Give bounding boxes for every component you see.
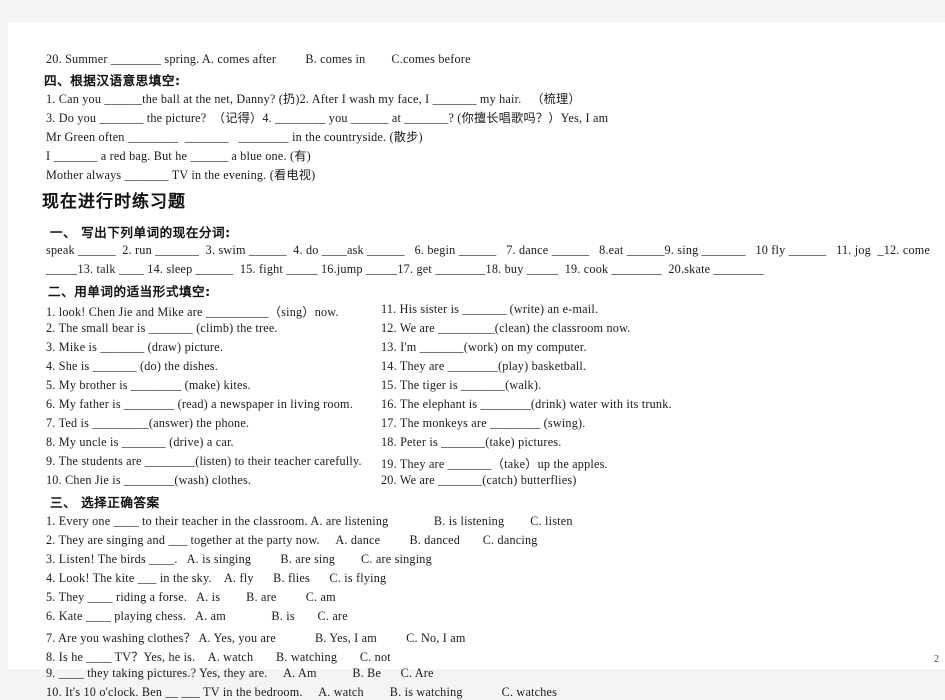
section-four-line-2: 3. Do you _______ the picture? （记得）4. __…: [46, 111, 609, 125]
page-number: 2: [934, 654, 939, 665]
section-two-right-item-20: 20. We are _______(catch) butterflies): [381, 473, 577, 487]
section-three-item-7: 7. Are you washing clothes？ A. Yes, you …: [46, 631, 466, 645]
previous-question-fragment: 20. Summer ________ spring. A. comes aft…: [46, 52, 471, 66]
section-two-right-item-14: 14. They are ________(play) basketball.: [381, 359, 587, 373]
section-two-left-item-6: 6. My father is ________ (read) a newspa…: [46, 397, 353, 411]
section-two-left-item-4: 4. She is _______ (do) the dishes.: [46, 359, 218, 373]
section-three-heading: 三、 选择正确答案: [50, 495, 160, 510]
section-two-left-item-3: 3. Mike is _______ (draw) picture.: [46, 340, 224, 354]
section-one-heading: 一、 写出下列单词的现在分词:: [50, 225, 231, 240]
section-two-right-item-15: 15. The tiger is _______(walk).: [381, 378, 542, 392]
section-three-item-6: 6. Kate ____ playing chess. A. am B. is …: [46, 609, 348, 623]
section-two-left-item-5: 5. My brother is ________ (make) kites.: [46, 378, 251, 392]
section-two-right-item-11: 11. His sister is _______ (write) an e-m…: [381, 302, 599, 316]
section-three-item-9: 9. ____ they taking pictures.? Yes, they…: [46, 666, 434, 680]
section-three-item-1: 1. Every one ____ to their teacher in th…: [46, 514, 573, 528]
section-two-left-item-10: 10. Chen Jie is ________(wash) clothes.: [46, 473, 252, 487]
section-two-right-item-16: 16. The elephant is ________(drink) wate…: [381, 397, 672, 411]
section-two-right-item-13: 13. I'm _______(work) on my computer.: [381, 340, 587, 354]
section-two-left-item-8: 8. My uncle is _______ (drive) a car.: [46, 435, 234, 449]
section-one-line-1: speak ______ 2. run _______ 3. swim ____…: [46, 243, 931, 257]
section-two-left-item-7: 7. Ted is _________(answer) the phone.: [46, 416, 250, 430]
section-four-line-4: I _______ a red bag. But he ______ a blu…: [46, 149, 311, 163]
section-three-item-3: 3. Listen! The birds ____. A. is singing…: [46, 552, 432, 566]
section-two-left-item-1: 1. look! Chen Jie and Mike are _________…: [46, 305, 339, 319]
section-two-right-item-18: 18. Peter is _______(take) pictures.: [381, 435, 562, 449]
section-three-item-10: 10. It's 10 o'clock. Ben __ ___ TV in th…: [46, 685, 558, 699]
section-two-left-item-2: 2. The small bear is _______ (climb) the…: [46, 321, 278, 335]
section-one-line-2: _____13. talk ____ 14. sleep ______ 15. …: [46, 262, 764, 276]
page-title: 现在进行时练习题: [42, 192, 186, 212]
section-four-heading: 四、根据汉语意思填空:: [44, 73, 181, 88]
section-two-right-item-12: 12. We are _________(clean) the classroo…: [381, 321, 631, 335]
document-body: 20. Summer ________ spring. A. comes aft…: [8, 22, 945, 699]
section-three-item-2: 2. They are singing and ___ together at …: [46, 533, 538, 547]
section-two-left-item-9: 9. The students are ________(listen) to …: [46, 454, 362, 468]
document-page: 20. Summer ________ spring. A. comes aft…: [8, 22, 945, 699]
section-four-line-1: 1. Can you ______the ball at the net, Da…: [46, 92, 581, 106]
section-three-item-4: 4. Look! The kite ___ in the sky. A. fly…: [46, 571, 387, 585]
section-four-line-3: Mr Green often ________ _______ ________…: [46, 130, 423, 144]
section-three-item-8: 8. Is he ____ TV？Yes, he is. A. watch B.…: [46, 650, 391, 664]
section-three-item-5: 5. They ____ riding a forse. A. is B. ar…: [46, 590, 336, 604]
section-two-right-item-17: 17. The monkeys are ________ (swing).: [381, 416, 586, 430]
section-four-line-5: Mother always _______ TV in the evening.…: [46, 168, 316, 182]
section-two-heading: 二、用单词的适当形式填空:: [48, 284, 211, 299]
section-two-right-item-19: 19. They are _______（take）up the apples.: [381, 457, 608, 471]
